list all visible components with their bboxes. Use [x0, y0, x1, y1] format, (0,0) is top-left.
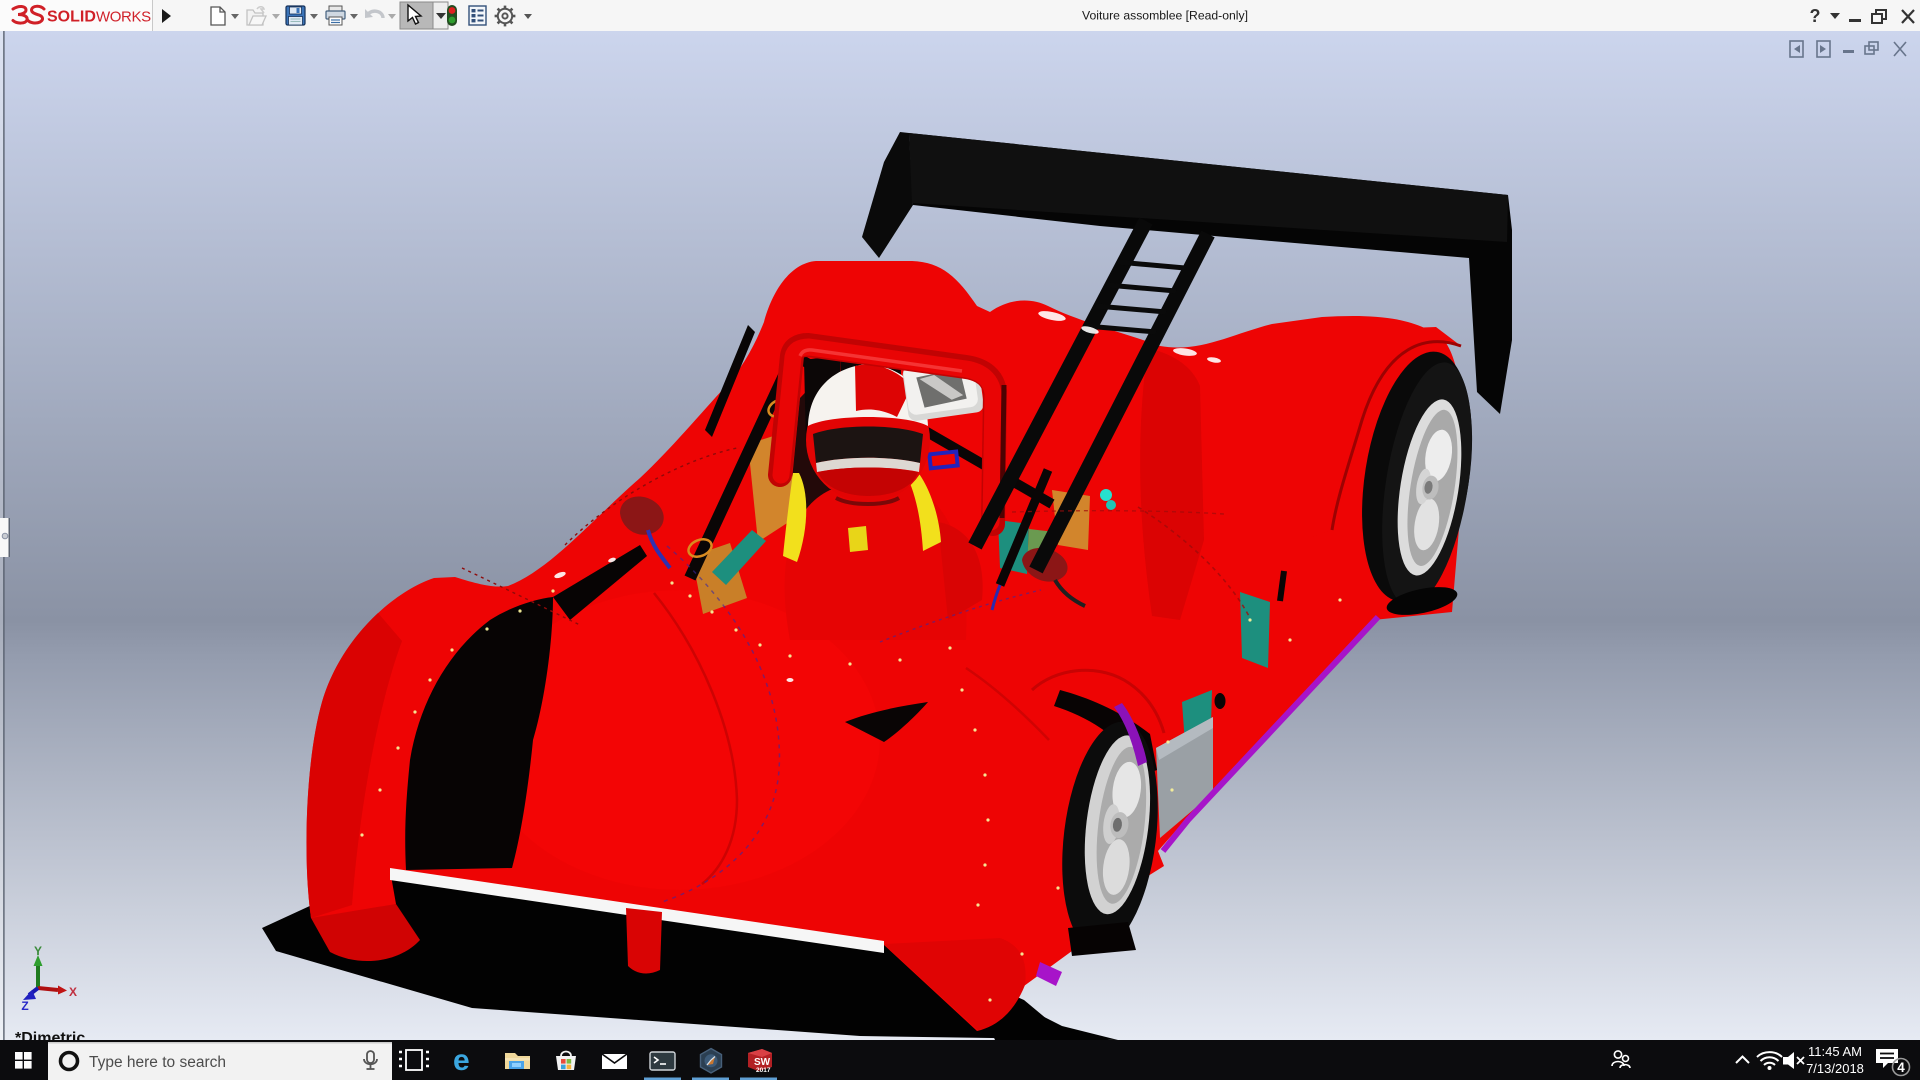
svg-text:SOLID: SOLID	[47, 9, 96, 26]
svg-text:Z: Z	[21, 999, 28, 1013]
svg-text:WORKS: WORKS	[96, 9, 151, 26]
svg-text:X: X	[69, 985, 77, 999]
svg-text:Voiture assomblee [Read-only]: Voiture assomblee [Read-only]	[1082, 9, 1248, 23]
svg-text:Type here to search: Type here to search	[89, 1054, 226, 1071]
svg-text:2017: 2017	[756, 1067, 771, 1074]
svg-text:*Dimetric: *Dimetric	[15, 1030, 85, 1040]
svg-text:e: e	[453, 1044, 470, 1077]
svg-text:?: ?	[1810, 6, 1821, 26]
svg-text:4: 4	[1897, 1060, 1905, 1075]
